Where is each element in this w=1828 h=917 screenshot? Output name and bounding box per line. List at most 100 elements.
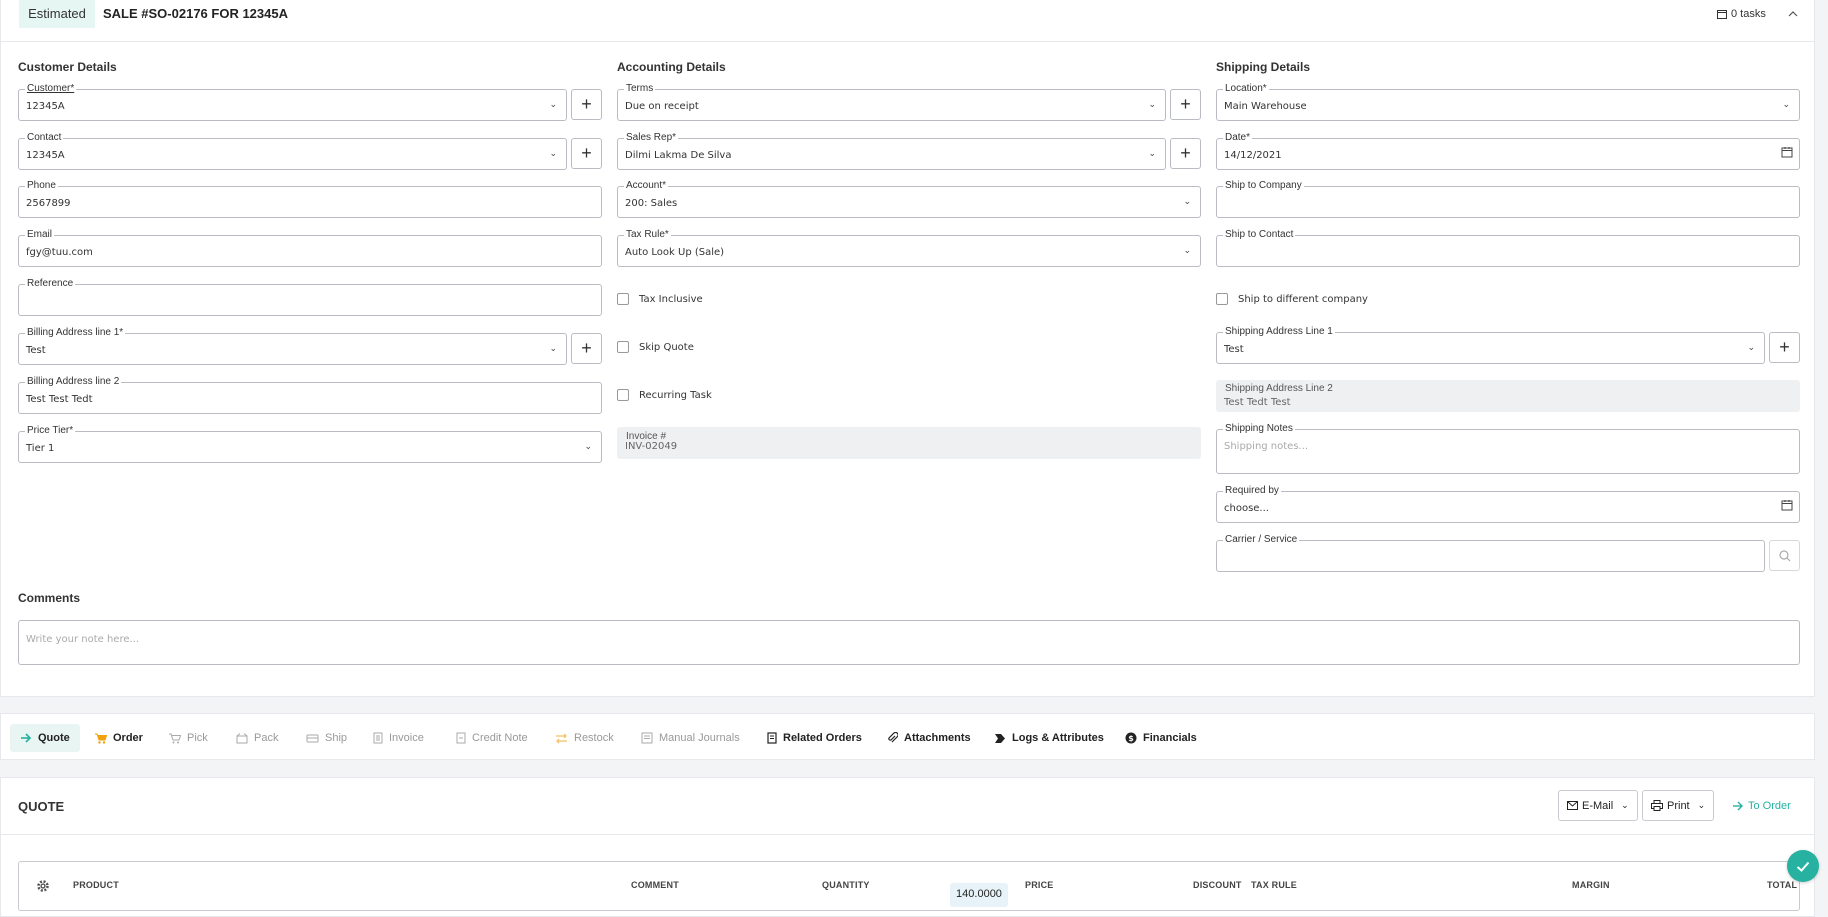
billing-address-2-field[interactable]: Billing Address line 2 Test Test Tedt [18, 376, 602, 414]
required-by-field[interactable]: Required by choose... [1216, 485, 1800, 523]
sales-rep-value: Dilmi Lakma De Silva [625, 150, 732, 161]
tab-financials[interactable]: $ Financials [1115, 724, 1207, 752]
chevron-down-icon: ⌄ [549, 148, 557, 158]
add-contact-button[interactable]: + [571, 138, 602, 169]
comments-placeholder: Write your note here... [26, 634, 140, 645]
quantity-value[interactable]: 140.0000 [950, 883, 1008, 907]
carrier-search-button[interactable] [1769, 540, 1800, 571]
reference-field[interactable]: Reference [18, 278, 602, 316]
checkbox[interactable] [617, 293, 629, 305]
invoice-number-value: INV-02049 [625, 441, 678, 452]
email-label: Email [25, 229, 55, 241]
tax-rule-label: Tax Rule* [624, 229, 671, 241]
svg-text:$: $ [1128, 734, 1134, 743]
document-icon [373, 732, 383, 744]
calendar-icon[interactable] [1781, 146, 1793, 158]
tab-pick[interactable]: Pick [158, 724, 218, 752]
billing-address-1-select[interactable]: Billing Address line 1* Test ⌄ [18, 327, 567, 365]
tab-pack[interactable]: Pack [226, 724, 288, 752]
gear-icon[interactable] [36, 879, 50, 893]
cart-icon [95, 733, 107, 744]
chevron-down-icon: ⌄ [549, 99, 557, 109]
account-select[interactable]: Account* 200: Sales ⌄ [617, 180, 1201, 218]
price-tier-select[interactable]: Price Tier* Tier 1 ⌄ [18, 425, 602, 463]
contact-select[interactable]: Contact 12345A ⌄ [18, 132, 567, 170]
column-product: PRODUCT [73, 880, 119, 890]
add-terms-button[interactable]: + [1170, 89, 1201, 120]
customer-details-title: Customer Details [18, 60, 117, 74]
add-customer-button[interactable]: + [571, 89, 602, 120]
tab-quote[interactable]: Quote [10, 724, 80, 752]
journal-icon [641, 732, 653, 744]
accounting-details-title: Accounting Details [617, 60, 726, 74]
tab-label: Logs & Attributes [1012, 732, 1104, 744]
email-field[interactable]: Email fgy@tuu.com [18, 229, 602, 267]
shipping-address-2-field: Shipping Address Line 2 Test Tedt Test [1216, 380, 1800, 412]
shipping-notes-field[interactable]: Shipping Notes Shipping notes... [1216, 423, 1800, 474]
tax-rule-select[interactable]: Tax Rule* Auto Look Up (Sale) ⌄ [617, 229, 1201, 267]
collapse-icon[interactable] [1788, 6, 1798, 20]
ship-to-company-field[interactable]: Ship to Company [1216, 180, 1800, 218]
tab-label: Invoice [389, 732, 424, 744]
shipping-address-1-select[interactable]: Shipping Address Line 1 Test ⌄ [1216, 326, 1765, 364]
contact-label: Contact [25, 132, 64, 144]
date-label: Date* [1223, 132, 1253, 144]
printer-icon [1651, 800, 1663, 811]
column-quantity: QUANTITY [822, 880, 870, 890]
add-sales-rep-button[interactable]: + [1170, 138, 1201, 169]
skip-quote-checkbox[interactable]: Skip Quote [617, 341, 694, 353]
date-field[interactable]: Date* 14/12/2021 [1216, 132, 1800, 170]
page-title: SALE #SO-02176 FOR 12345A [103, 6, 288, 21]
chevron-down-icon: ⌄ [1148, 148, 1156, 158]
tab-order[interactable]: Order [84, 724, 153, 752]
sales-rep-select[interactable]: Sales Rep* Dilmi Lakma De Silva ⌄ [617, 132, 1166, 170]
tab-logs-attributes[interactable]: Logs & Attributes [984, 724, 1114, 752]
comments-textarea[interactable]: Write your note here... [18, 620, 1800, 665]
tab-attachments[interactable]: Attachments [877, 724, 981, 752]
ship-to-contact-field[interactable]: Ship to Contact [1216, 229, 1800, 267]
column-total: TOTAL [1767, 880, 1798, 890]
calendar-icon[interactable] [1781, 499, 1793, 511]
print-button[interactable]: Print ⌄ [1642, 790, 1715, 821]
phone-field[interactable]: Phone 2567899 [18, 180, 602, 218]
tab-label: Restock [574, 732, 614, 744]
check-icon [1796, 861, 1810, 872]
tab-credit-note[interactable]: Credit Note [446, 724, 538, 752]
recurring-task-checkbox[interactable]: Recurring Task [617, 389, 712, 401]
tab-invoice[interactable]: Invoice [363, 724, 434, 752]
add-billing-address-button[interactable]: + [571, 333, 602, 364]
to-order-button[interactable]: To Order [1732, 800, 1791, 812]
shipping-address-2-label: Shipping Address Line 2 [1225, 383, 1333, 394]
tab-label: Pack [254, 732, 279, 744]
terms-select[interactable]: Terms Due on receipt ⌄ [617, 83, 1166, 121]
search-icon [1778, 550, 1790, 562]
tab-ship[interactable]: Ship [296, 724, 357, 752]
location-label: Location* [1223, 83, 1269, 95]
tab-related-orders[interactable]: Related Orders [757, 724, 872, 752]
shipping-notes-label: Shipping Notes [1223, 423, 1295, 435]
checkbox[interactable] [617, 341, 629, 353]
tab-label: Pick [187, 732, 208, 744]
tab-label: Financials [1143, 732, 1197, 744]
location-select[interactable]: Location* Main Warehouse ⌄ [1216, 83, 1800, 121]
tasks-button[interactable]: 0 tasks [1717, 8, 1766, 20]
customer-select[interactable]: Customer* 12345A ⌄ [18, 83, 567, 121]
carrier-service-field[interactable]: Carrier / Service [1216, 534, 1765, 572]
billing-address-2-value: Test Test Tedt [26, 394, 93, 405]
ship-to-different-company-checkbox[interactable]: Ship to different company [1216, 293, 1368, 305]
tab-manual-journals[interactable]: Manual Journals [631, 724, 750, 752]
email-value: fgy@tuu.com [26, 247, 93, 258]
carrier-service-label: Carrier / Service [1223, 534, 1300, 546]
tax-inclusive-checkbox[interactable]: Tax Inclusive [617, 293, 703, 305]
chevron-down-icon: ⌄ [1697, 800, 1706, 810]
email-button[interactable]: E-Mail ⌄ [1558, 790, 1638, 821]
account-label: Account* [624, 180, 669, 192]
tab-restock[interactable]: Restock [545, 724, 624, 752]
required-by-label: Required by [1223, 485, 1281, 497]
checkbox[interactable] [617, 389, 629, 401]
add-shipping-address-button[interactable]: + [1769, 332, 1800, 363]
chevron-down-icon: ⌄ [1747, 342, 1755, 352]
confirm-fab[interactable] [1787, 850, 1819, 882]
checkbox[interactable] [1216, 293, 1228, 305]
price-tier-value: Tier 1 [26, 443, 55, 454]
